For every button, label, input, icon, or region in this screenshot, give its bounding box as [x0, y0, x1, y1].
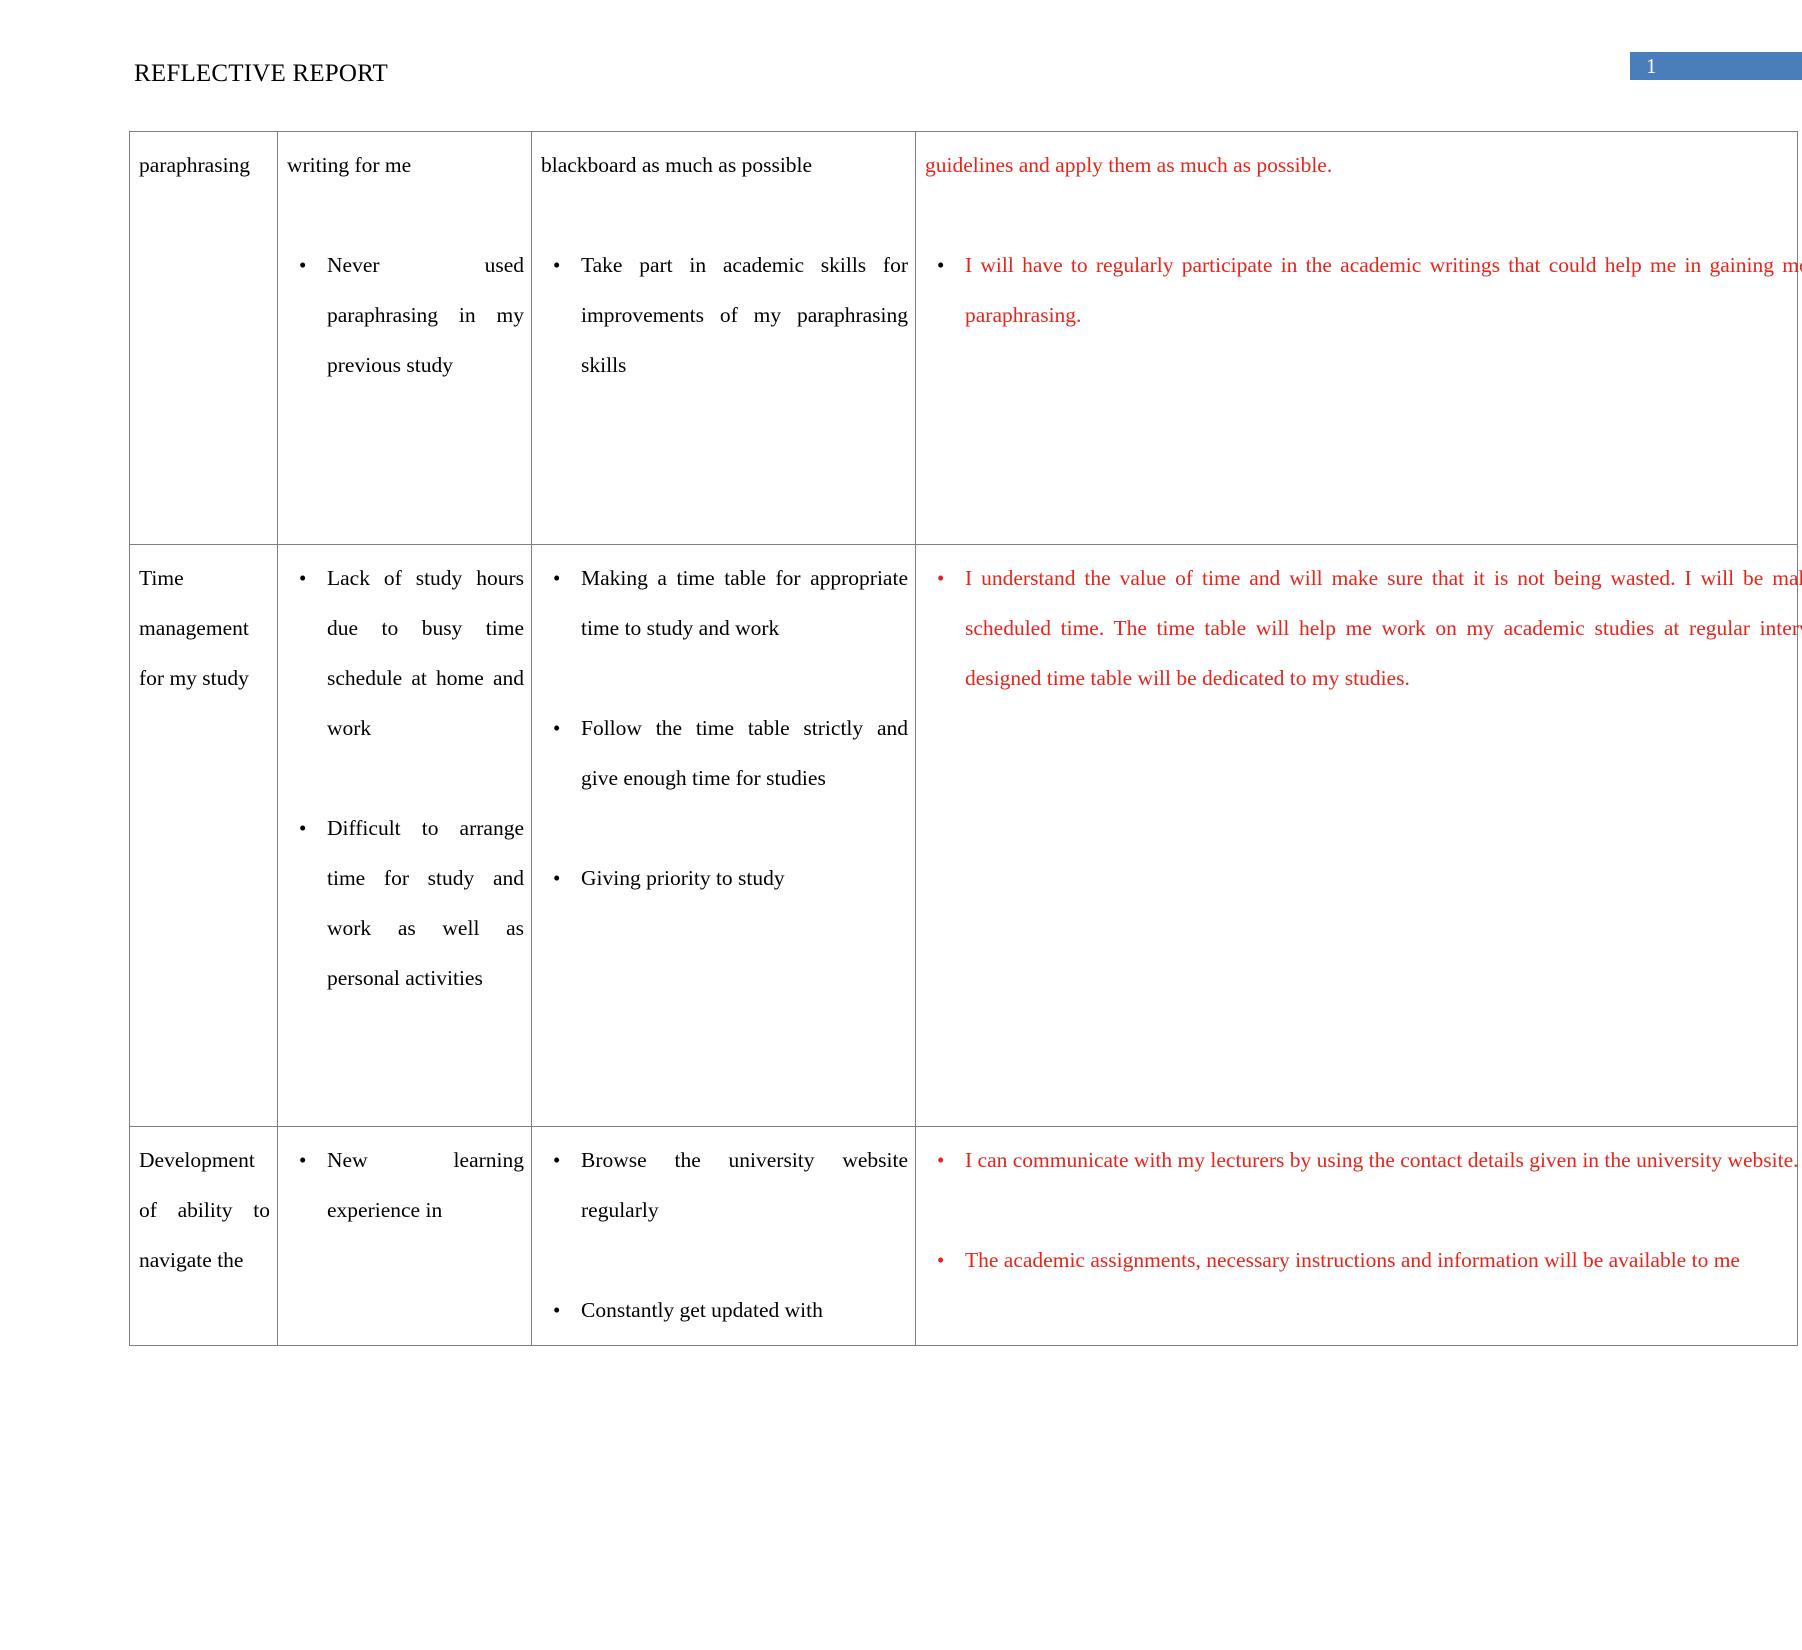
table-cell-reflection: guidelines and apply them as much as pos… [915, 131, 1802, 545]
list-item: I understand the value of time and will … [925, 553, 1802, 703]
reflection-bullet-list: I can communicate with my lecturers by u… [925, 1135, 1802, 1285]
row-label: Time management for my study [139, 566, 249, 690]
list-item: Follow the time table strictly and give … [541, 703, 908, 803]
table-cell-issues: Lack of study hours due to busy time sch… [277, 544, 532, 1127]
table-cell-reflection: I can communicate with my lecturers by u… [915, 1126, 1799, 1346]
list-item: Making a time table for appropriate time… [541, 553, 908, 653]
page-header: REFLECTIVE REPORT 1 [0, 0, 1802, 118]
table-cell-issues: New learning experience in [277, 1126, 532, 1346]
list-item: Never used paraphrasing in my previous s… [287, 240, 524, 390]
table-cell-issues: writing for me Never used paraphrasing i… [277, 131, 532, 545]
list-item: New learning experience in [287, 1135, 524, 1235]
list-item: Giving priority to study [541, 853, 908, 903]
table-cell-label: Time management for my study [129, 544, 278, 1127]
table-cell-label: Development of ability to navigate the [129, 1126, 278, 1346]
issues-bullet-list: Never used paraphrasing in my previous s… [287, 240, 524, 390]
table-row: Time management for my study Lack of stu… [129, 544, 1802, 1127]
list-item: Lack of study hours due to busy time sch… [287, 553, 524, 753]
actions-bullet-list: Making a time table for appropriate time… [541, 553, 908, 903]
actions-continuation: blackboard as much as possible [541, 153, 813, 177]
table-cell-label: paraphrasing [129, 131, 278, 545]
list-item: The academic assignments, necessary inst… [925, 1235, 1802, 1285]
page-number-value: 1 [1646, 54, 1657, 78]
issues-continuation: writing for me [287, 153, 412, 177]
actions-bullet-list: Take part in academic skills for improve… [541, 240, 908, 390]
issues-bullet-list: New learning experience in [287, 1135, 524, 1235]
actions-bullet-list: Browse the university website regularly … [541, 1135, 908, 1335]
row-label: Development of ability to navigate the [139, 1148, 270, 1272]
issues-bullet-list: Lack of study hours due to busy time sch… [287, 553, 524, 1003]
reflection-continuation: guidelines and apply them as much as pos… [925, 153, 1333, 177]
table-row: Development of ability to navigate the N… [129, 1126, 1799, 1346]
list-item: I will have to regularly participate in … [925, 240, 1802, 340]
list-item: Constantly get updated with [541, 1285, 908, 1335]
table-cell-actions: Browse the university website regularly … [531, 1126, 916, 1346]
table-row: paraphrasing writing for me Never used p… [129, 131, 1802, 545]
table-cell-actions: blackboard as much as possible Take part… [531, 131, 916, 545]
table-cell-actions: Making a time table for appropriate time… [531, 544, 916, 1127]
list-item: Difficult to arrange time for study and … [287, 803, 524, 1003]
reflection-table: paraphrasing writing for me Never used p… [129, 131, 1802, 1346]
list-item: Browse the university website regularly [541, 1135, 908, 1235]
page-title: REFLECTIVE REPORT [134, 60, 388, 87]
page-number-badge: 1 [1630, 52, 1802, 80]
reflection-bullet-list: I will have to regularly participate in … [925, 240, 1802, 340]
row-label: paraphrasing [139, 153, 251, 177]
list-item: I can communicate with my lecturers by u… [925, 1135, 1802, 1185]
list-item: Take part in academic skills for improve… [541, 240, 908, 390]
table-cell-reflection: I understand the value of time and will … [915, 544, 1802, 1127]
reflection-bullet-list: I understand the value of time and will … [925, 553, 1802, 703]
document-page: REFLECTIVE REPORT 1 paraphrasing writing… [0, 0, 1802, 1650]
